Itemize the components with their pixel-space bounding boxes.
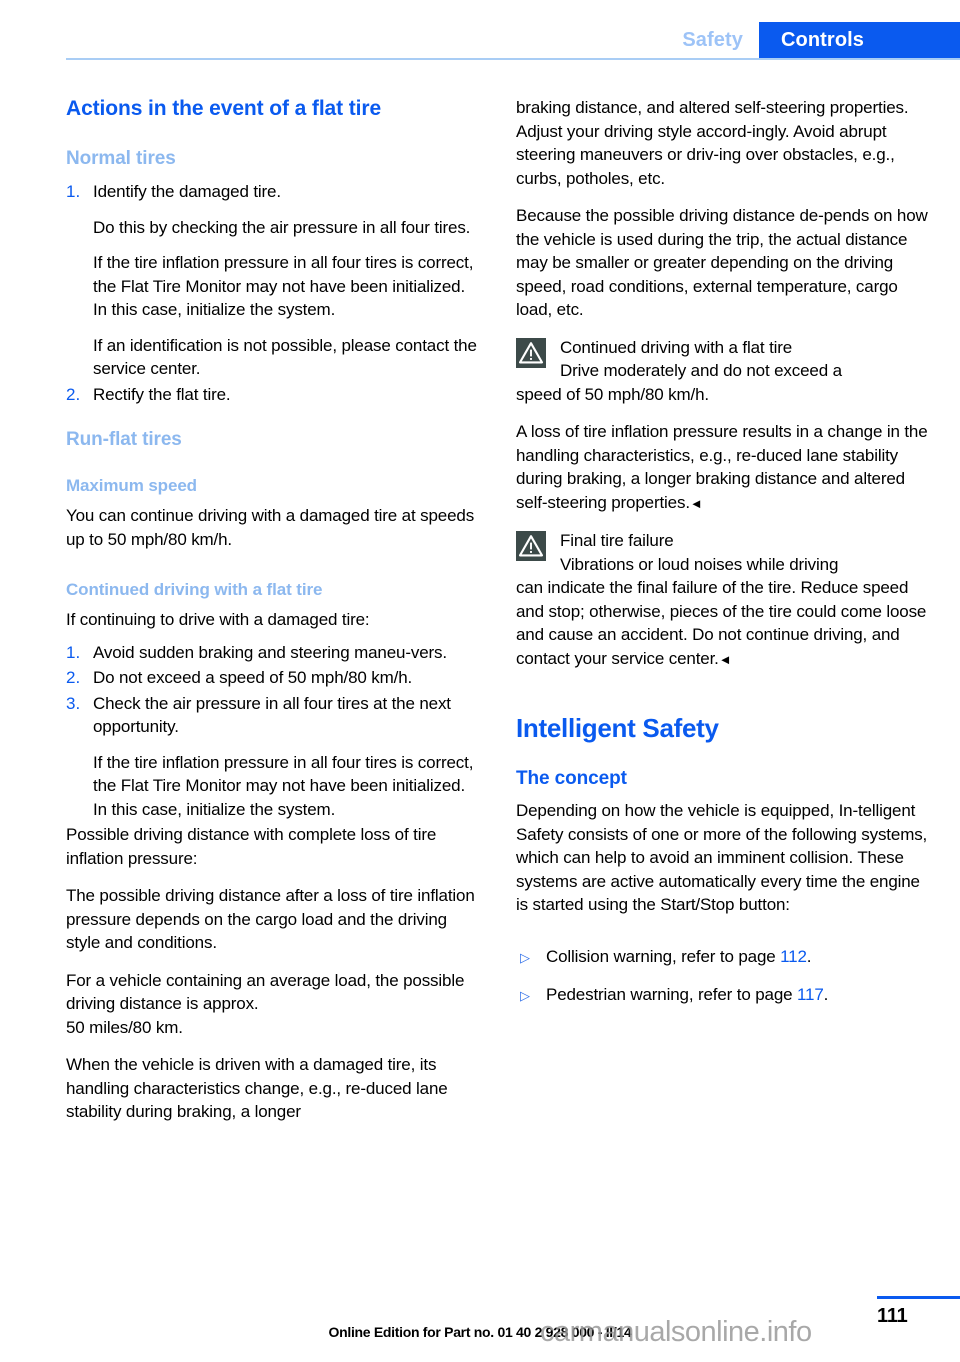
header-chapter-label[interactable]: Safety — [682, 22, 759, 58]
list-item-body: Avoid sudden braking and steering maneu‑… — [93, 641, 478, 665]
header-section-tab[interactable]: Controls — [759, 22, 960, 58]
list-marker: 2. — [66, 668, 81, 687]
list-item-text: If the tire inflation pressure in all fo… — [93, 253, 474, 319]
paragraph-possible-distance-depends: The possible driving distance after a lo… — [66, 886, 475, 952]
paragraph-possible-distance-intro: Possible driving distance with complete … — [66, 825, 437, 868]
list-item-text: Avoid sudden braking and steering maneu‑… — [93, 642, 447, 662]
subsection-heading-continued-driving: Continued driving with a flat tire — [66, 580, 323, 599]
warning-body-first-line: Drive moderately and do not exceed a — [560, 361, 842, 380]
triangle-bullet-icon: ▷ — [520, 949, 530, 965]
list-item-body: Check the air pressure in all four tires… — [93, 692, 478, 822]
paragraph-braking-distance: braking distance, and altered self-steer… — [516, 98, 909, 188]
paragraph-the-concept: Depending on how the vehicle is equipped… — [516, 801, 928, 914]
watermark: carmanualsonline.info — [540, 1316, 812, 1348]
footer-divider — [877, 1296, 960, 1299]
list-item-label: Collision warning, refer to page — [546, 946, 781, 966]
warning-body-rest: speed of 50 mph/80 km/h. — [516, 384, 709, 404]
warning-title: Final tire failure — [560, 531, 674, 550]
list-item: 1. Avoid sudden braking and steering man… — [66, 641, 478, 665]
triangle-bullet-icon: ▷ — [520, 987, 530, 1003]
warning-body-first-line: Vibrations or loud noises while driving — [560, 554, 839, 574]
list-item-text: Pedestrian warning, refer to page 117. — [546, 983, 828, 1008]
header-nav: Safety Controls — [682, 22, 960, 58]
list-marker: 1. — [66, 642, 81, 662]
page-reference-link[interactable]: 117 — [797, 985, 824, 1004]
list-item-suffix: . — [823, 984, 829, 1004]
list-item-text: Identify the damaged tire. — [93, 182, 281, 201]
list-item-text: Rectify the flat tire. — [93, 384, 231, 404]
header-divider — [66, 58, 960, 60]
paragraph-loss-of-pressure: A loss of tire inflation pressure result… — [516, 420, 928, 515]
paragraph-average-load: For a vehicle containing an average load… — [66, 970, 465, 1037]
footer-edition-text: Online Edition for Part no. 01 40 2 928 … — [328, 1324, 632, 1340]
warning-triangle-icon — [516, 337, 546, 368]
paragraph-maximum-speed: You can continue driving with a damaged … — [66, 506, 475, 549]
page-reference-link[interactable]: 112 — [780, 947, 807, 966]
section-title-intelligent-safety: Intelligent Safety — [516, 713, 719, 743]
warning-title: Continued driving with a flat tire — [560, 337, 793, 357]
paragraph-continued-driving-intro: If continuing to drive with a damaged ti… — [66, 610, 370, 629]
warning-triangle-icon — [516, 531, 546, 561]
list-item-body: Do not exceed a speed of 50 mph/80 km/h. — [93, 666, 478, 690]
page-content: Actions in the event of a flat tire Norm… — [66, 96, 928, 1138]
list-item-collision-warning[interactable]: ▷ Collision warning, refer to page 112. — [516, 945, 928, 970]
list-item-body: Rectify the flat tire. — [93, 383, 478, 407]
subsection-heading-the-concept: The concept — [516, 768, 627, 789]
list-marker: 2. — [66, 384, 81, 404]
list-item-label: Pedestrian warning, refer to page — [546, 984, 797, 1004]
list-item-text: Check the air pressure in all four tires… — [93, 693, 451, 737]
paragraph-driving-distance-depends: Because the possible driving distance de… — [516, 206, 928, 319]
paragraph-loss-of-pressure-text: A loss of tire inflation pressure result… — [516, 422, 928, 512]
end-of-section-marker: ◄ — [718, 651, 732, 667]
list-item-pedestrian-warning[interactable]: ▷ Pedestrian warning, refer to page 117. — [516, 983, 928, 1008]
list-marker: 1. — [66, 182, 81, 201]
page-header: Safety Controls — [0, 0, 960, 64]
list-item: 1. Identify the damaged tire. Do this by… — [66, 180, 478, 381]
list-item-text: Collision warning, refer to page 112. — [546, 945, 811, 970]
list-item-text: Do not exceed a speed of 50 mph/80 km/h. — [93, 668, 413, 687]
right-column: braking distance, and altered self-steer… — [516, 96, 928, 1138]
section-heading-normal-tires: Normal tires — [66, 148, 176, 169]
list-item: 2. Rectify the flat tire. — [66, 383, 478, 407]
list-marker: 3. — [66, 693, 81, 713]
list-item-text: If the tire inflation pressure in all fo… — [93, 752, 474, 819]
list-item: 2. Do not exceed a speed of 50 mph/80 km… — [66, 666, 478, 690]
paragraph-handling-change: When the vehicle is driven with a damage… — [66, 1055, 448, 1121]
list-item-suffix: . — [806, 946, 812, 966]
subsection-heading-maximum-speed: Maximum speed — [66, 476, 197, 495]
warning-block-final-tire-failure: Final tire failure Vibrations or loud no… — [516, 529, 928, 671]
warning-block-continued-driving: Continued driving with a flat tire Drive… — [516, 336, 928, 407]
list-item-text: Do this by checking the air pressure in … — [93, 217, 471, 237]
list-item: 3. Check the air pressure in all four ti… — [66, 692, 478, 822]
warning-body-rest: can indicate the final failure of the ti… — [516, 578, 926, 668]
page-footer: 111 Online Edition for Part no. 01 40 2 … — [0, 1276, 960, 1362]
list-item-body: Identify the damaged tire. Do this by ch… — [93, 180, 478, 381]
left-column: Actions in the event of a flat tire Norm… — [66, 96, 478, 1138]
section-heading-run-flat-tires: Run-flat tires — [66, 429, 182, 450]
page-title: Actions in the event of a flat tire — [66, 97, 382, 120]
end-of-section-marker: ◄ — [689, 495, 703, 511]
list-item-text: If an identification is not possible, pl… — [93, 335, 477, 379]
